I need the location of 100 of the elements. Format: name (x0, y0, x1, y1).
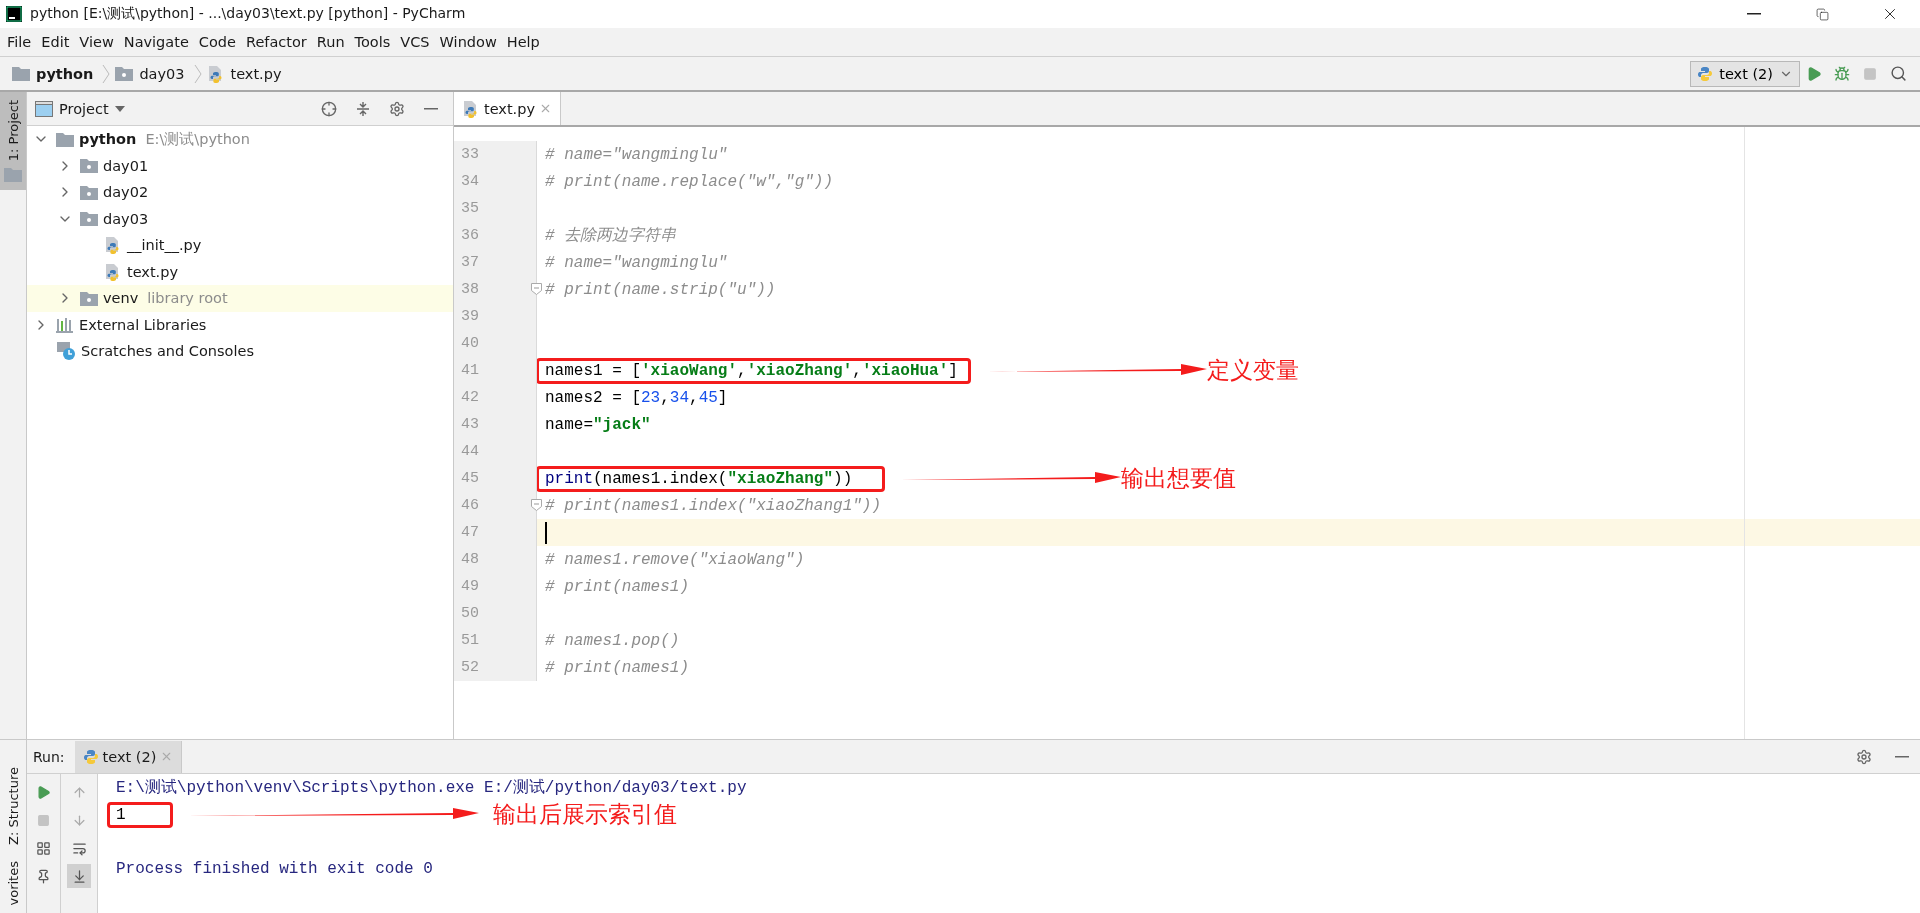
tree-item[interactable]: Scratches and Consoles (81, 343, 254, 360)
line-number: 49 (461, 578, 479, 595)
line-number: 48 (461, 551, 479, 568)
tree-item[interactable]: day02 (103, 184, 149, 201)
tree-item-hint: library root (147, 290, 228, 307)
line-number: 47 (461, 524, 479, 541)
line-number: 41 (461, 362, 479, 379)
menu-item[interactable]: Help (501, 34, 545, 50)
line-number: 38 (461, 281, 479, 298)
scroll-to-end-button[interactable] (67, 864, 91, 888)
folder-icon (80, 158, 98, 174)
menu-item[interactable]: VCS (395, 34, 435, 50)
play-icon (1806, 65, 1822, 82)
tree-item[interactable]: External Libraries (79, 316, 207, 333)
code-line: # name="wangminglu" (545, 145, 728, 164)
tree-item[interactable]: venv (103, 290, 139, 307)
breadcrumb[interactable]: python (36, 65, 94, 82)
run-tab[interactable]: text (2) (74, 740, 183, 773)
library-icon (56, 316, 74, 333)
line-number: 37 (461, 254, 479, 271)
line-number: 52 (461, 659, 479, 676)
tree-item[interactable]: text.py (127, 263, 178, 280)
minus-icon (424, 107, 438, 110)
line-number: 44 (461, 443, 479, 460)
annotation-label: 定义变量 (1206, 356, 1299, 385)
line-number: 43 (461, 416, 479, 433)
menu-item[interactable]: File (2, 34, 37, 50)
console-line: E:\测试\python\venv\Scripts\python.exe E:/测试/python/day03/text.py (116, 778, 747, 798)
panel-icon (35, 100, 53, 117)
folder-icon (12, 66, 30, 81)
line-number: 45 (461, 470, 479, 487)
wrap-icon (71, 840, 87, 856)
tree-item-hint: E:\测试\python (145, 129, 250, 149)
annotation-label: 输出后展示索引值 (492, 800, 677, 829)
tree-item[interactable]: day01 (103, 157, 149, 174)
code-line: # name="wangminglu" (545, 253, 728, 272)
caret-icon[interactable] (114, 105, 125, 112)
separator-icon (192, 63, 203, 84)
menu-item[interactable]: Edit (36, 34, 75, 50)
folder-icon (80, 184, 98, 200)
line-number: 46 (461, 497, 479, 514)
tree-item[interactable]: day03 (103, 210, 149, 227)
stop-icon (37, 813, 50, 827)
code-line: names2 = [23,34,45] (545, 388, 728, 407)
folder-icon (56, 131, 74, 147)
menu-item[interactable]: Run (311, 34, 350, 50)
code-line: # 去除两边字符串 (545, 225, 677, 246)
breadcrumb[interactable]: text.py (230, 65, 282, 82)
tree-item[interactable]: __init__.py (127, 237, 202, 254)
editor-tab[interactable]: text.py (454, 92, 561, 125)
code-line: # print(name.replace("w","g")) (545, 172, 834, 191)
code-line: # names1.pop() (545, 631, 680, 650)
tool-window-tab[interactable]: vorites (0, 852, 26, 913)
folder-icon (4, 167, 22, 183)
console-line: 1 (116, 805, 126, 824)
text-cursor (545, 521, 547, 544)
line-number: 42 (461, 389, 479, 406)
code-line: # print(name.strip("u")) (545, 280, 776, 299)
line-number: 50 (461, 605, 479, 622)
line-number: 35 (461, 200, 479, 217)
menu-item[interactable]: Code (193, 34, 241, 50)
arrow-down-icon (71, 812, 87, 828)
console-line: Process finished with exit code 0 (116, 859, 433, 878)
menu-item[interactable]: Refactor (240, 34, 312, 50)
code-line: # print(names1) (545, 658, 690, 677)
folder-icon (80, 211, 98, 227)
tool-window-tab[interactable]: Z: Structure (0, 758, 26, 853)
line-number: 39 (461, 308, 479, 325)
collapse-icon (355, 100, 371, 117)
panel-title: Project (59, 100, 109, 117)
line-number: 51 (461, 632, 479, 649)
tree-item[interactable]: python (79, 131, 137, 148)
code-line: # print(names1.index("xiaoZhang1")) (545, 496, 882, 515)
minus-icon (1895, 755, 1909, 758)
line-number: 40 (461, 335, 479, 352)
restore-icon (1815, 7, 1829, 21)
tool-window-tab[interactable]: 1: Project (0, 92, 26, 191)
code-line: names1 = ['xiaoWang','xiaoZhang','xiaoHua'] (545, 361, 958, 380)
menu-item[interactable]: View (74, 34, 119, 50)
run-label: Run: (33, 748, 65, 765)
python-icon (1697, 65, 1714, 82)
code-line: # names1.remove("xiaoWang") (545, 550, 805, 569)
menu-item[interactable]: Navigate (118, 34, 194, 50)
gear-icon (389, 100, 405, 117)
line-number: 33 (461, 146, 479, 163)
scratches-icon (56, 341, 76, 362)
stop-icon (1863, 66, 1877, 81)
line-number: 34 (461, 173, 479, 190)
search-icon (1889, 65, 1907, 82)
run-config-dropdown[interactable]: text (2) (1690, 60, 1800, 87)
breadcrumb[interactable]: day03 (139, 65, 185, 82)
app-logo-icon (6, 6, 22, 22)
menu-item[interactable]: Tools (349, 34, 396, 50)
code-line: # print(names1) (545, 577, 690, 596)
window-title: python [E:\测试\python] - ...\day03\text.py [python] - PyCharm (30, 5, 467, 23)
crosshair-icon (321, 100, 337, 117)
grid-icon (36, 840, 51, 856)
folder-icon (115, 66, 134, 81)
separator-icon (101, 63, 112, 84)
menu-item[interactable]: Window (434, 34, 502, 50)
